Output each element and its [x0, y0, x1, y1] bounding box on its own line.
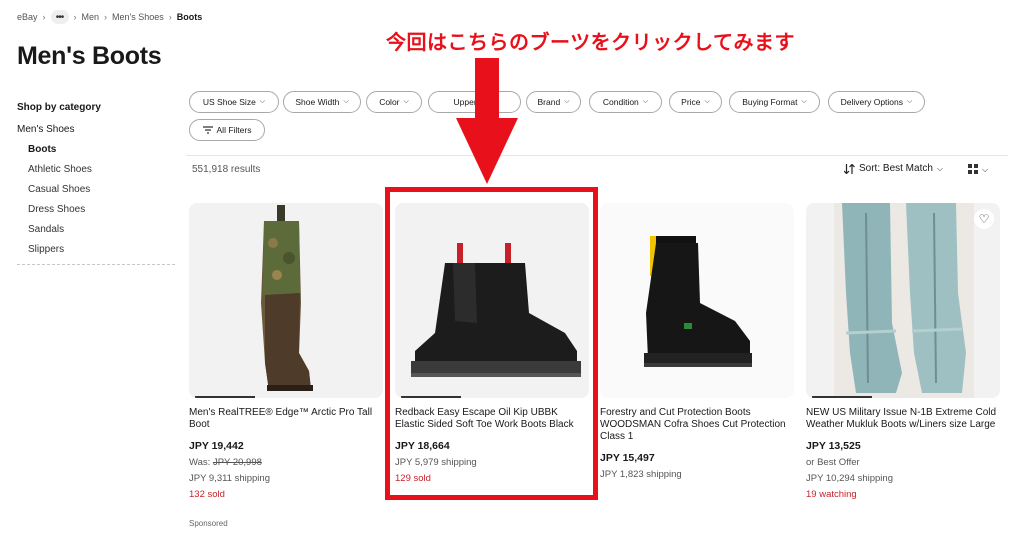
filter-buying-format[interactable]: Buying Format ⌵	[729, 91, 820, 113]
toolbar-divider	[186, 155, 1008, 156]
sidebar-item-sandals[interactable]: Sandals	[28, 224, 175, 235]
filter-us-shoe-size[interactable]: US Shoe Size ⌵	[189, 91, 279, 113]
sponsored-label: Sponsored	[189, 519, 228, 528]
grid-view-icon	[968, 164, 978, 174]
product-price: JPY 19,442	[189, 440, 244, 452]
filter-delivery-options[interactable]: Delivery Options ⌵	[828, 91, 925, 113]
product-card[interactable]: Men's RealTREE® Edge™ Arctic Pro Tall Bo…	[189, 203, 383, 528]
was-label: Was:	[189, 457, 211, 468]
results-count: 551,918 results	[192, 164, 261, 175]
product-card[interactable]: Forestry and Cut Protection Boots WOODSM…	[600, 203, 794, 480]
product-image[interactable]	[189, 203, 383, 398]
sort-label: Sort: Best Match	[859, 163, 933, 174]
product-was-price: Was: JPY 20,998	[189, 457, 383, 468]
chevron-right-icon: ›	[168, 12, 172, 22]
breadcrumb-more-button[interactable]: •••	[50, 10, 69, 24]
sidebar-item-athletic-shoes[interactable]: Athletic Shoes	[28, 164, 175, 175]
image-carousel-indicator	[195, 396, 255, 398]
filter-color[interactable]: Color ⌵	[366, 91, 422, 113]
filter-price[interactable]: Price ⌵	[669, 91, 722, 113]
sidebar-item-casual-shoes[interactable]: Casual Shoes	[28, 184, 175, 195]
filter-label: Delivery Options	[840, 97, 904, 107]
page-title: Men's Boots	[17, 42, 162, 70]
product-image[interactable]	[600, 203, 794, 398]
breadcrumb-men[interactable]: Men	[82, 12, 100, 22]
sidebar-divider	[17, 264, 175, 265]
filter-shoe-width[interactable]: Shoe Width ⌵	[283, 91, 361, 113]
product-shipping: JPY 9,311 shipping	[189, 473, 270, 484]
chevron-down-icon: ⌵	[936, 163, 943, 173]
chevron-down-icon: ⌵	[343, 98, 349, 105]
product-title[interactable]: Forestry and Cut Protection Boots WOODSM…	[600, 407, 794, 443]
filter-label: Condition	[602, 97, 639, 107]
chevron-down-icon: ⌵	[704, 98, 710, 105]
chevron-down-icon: ⌵	[564, 98, 570, 105]
chevron-right-icon: ›	[73, 12, 77, 22]
product-title[interactable]: NEW US Military Issue N-1B Extreme Cold …	[806, 407, 1000, 431]
safety-boot-image	[644, 236, 752, 367]
filter-label: Price	[681, 97, 701, 107]
filter-label: Buying Format	[742, 97, 798, 107]
chevron-right-icon: ›	[42, 12, 46, 22]
chevron-down-icon: ⌵	[403, 98, 409, 105]
breadcrumb-current: Boots	[176, 12, 203, 22]
chevron-down-icon: ⌵	[907, 98, 913, 105]
arrow-down-icon	[456, 58, 518, 184]
tall-camo-boot-image	[261, 205, 313, 391]
chevron-down-icon: ⌵	[982, 164, 989, 174]
product-price: JPY 13,525	[806, 440, 861, 452]
sidebar-heading: Shop by category	[17, 102, 101, 113]
product-image[interactable]: ♡	[806, 203, 1000, 398]
filter-label: US Shoe Size	[202, 97, 256, 107]
chevron-down-icon: ⌵	[259, 98, 266, 105]
product-card[interactable]: ♡ NEW US Military Issue N-1B Extreme Col…	[806, 203, 1000, 500]
highlight-box	[385, 187, 598, 500]
product-watching-count: 19 watching	[806, 489, 857, 500]
product-sold-count: 132 sold	[189, 489, 225, 500]
sidebar-item-dress-shoes[interactable]: Dress Shoes	[28, 204, 175, 215]
chevron-right-icon: ›	[104, 12, 108, 22]
product-price: JPY 15,497	[600, 452, 655, 464]
filter-label: Color	[379, 97, 400, 107]
mukluk-boots-image	[834, 203, 974, 398]
view-toggle[interactable]: ⌵	[968, 164, 988, 175]
filter-label: Brand	[537, 97, 561, 107]
sidebar-item-boots[interactable]: Boots	[28, 144, 175, 155]
category-sidebar: Shop by category Men's Shoes Boots Athle…	[17, 102, 175, 265]
heart-icon[interactable]: ♡	[974, 209, 994, 229]
breadcrumb-ebay[interactable]: eBay	[17, 12, 38, 22]
sort-icon	[844, 163, 855, 174]
sort-dropdown[interactable]: Sort: Best Match ⌵	[844, 163, 943, 174]
filter-brand[interactable]: Brand ⌵	[526, 91, 581, 113]
chevron-down-icon: ⌵	[801, 98, 807, 105]
filter-label: Shoe Width	[295, 97, 340, 107]
product-shipping: JPY 1,823 shipping	[600, 469, 682, 480]
all-filters-button[interactable]: All Filters	[189, 119, 265, 141]
product-title[interactable]: Men's RealTREE® Edge™ Arctic Pro Tall Bo…	[189, 407, 383, 431]
filter-condition[interactable]: Condition ⌵	[589, 91, 662, 113]
all-filters-label: All Filters	[216, 125, 252, 135]
sidebar-item-mens-shoes[interactable]: Men's Shoes	[17, 124, 175, 135]
product-shipping: JPY 10,294 shipping	[806, 473, 893, 484]
annotation-text: 今回はこちらのブーツをクリックしてみます	[386, 32, 795, 54]
breadcrumb: eBay › ••• › Men › Men's Shoes › Boots	[17, 10, 202, 24]
product-best-offer: or Best Offer	[806, 457, 860, 468]
chevron-down-icon: ⌵	[642, 98, 649, 105]
image-carousel-indicator	[812, 396, 872, 398]
sidebar-item-slippers[interactable]: Slippers	[28, 244, 175, 255]
breadcrumb-mens-shoes[interactable]: Men's Shoes	[112, 12, 164, 22]
filter-icon	[202, 126, 213, 134]
was-price: JPY 20,998	[212, 457, 262, 468]
